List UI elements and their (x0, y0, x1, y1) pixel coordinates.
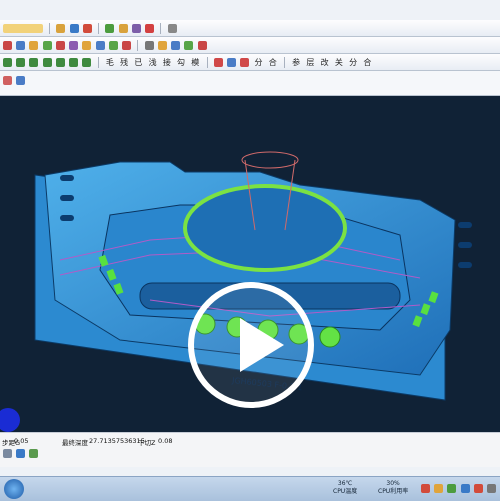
tool-icon[interactable] (16, 58, 26, 67)
dropdown-field[interactable] (3, 24, 43, 33)
menu-item[interactable]: 模 (189, 58, 201, 68)
tool-icon[interactable] (16, 449, 26, 458)
status-bar: 步距G 0.05 最终深度 27.71357536315 下切Z 0.08 (0, 432, 500, 467)
boss (319, 326, 341, 348)
tool-icon[interactable] (82, 41, 92, 50)
menu-item[interactable]: 接 (161, 58, 173, 68)
tray-icon[interactable] (447, 484, 457, 493)
tray-icon[interactable] (421, 484, 430, 493)
tool-holder (241, 151, 299, 169)
tool-icon[interactable] (122, 41, 132, 50)
menu-item[interactable]: 残 (118, 58, 130, 68)
tool-icon[interactable] (3, 76, 12, 85)
tool-icon[interactable] (105, 24, 115, 33)
tool-icon[interactable] (118, 24, 128, 33)
play-button[interactable] (188, 282, 314, 408)
status-value: 0.08 (158, 437, 173, 445)
menu-item[interactable]: 浅 (147, 58, 159, 68)
start-icon[interactable] (4, 479, 24, 499)
tool-icon[interactable] (42, 58, 52, 67)
tool-icon[interactable] (145, 24, 155, 33)
status-label: 下切Z (138, 439, 156, 447)
tool-icon[interactable] (56, 24, 66, 33)
cpu-temp-label: CPU温度 (333, 488, 358, 495)
tool-icon[interactable] (82, 58, 92, 67)
tray-icon[interactable] (473, 484, 483, 493)
tray-icons (420, 484, 497, 493)
tool-icon[interactable] (3, 58, 12, 67)
menu-item[interactable]: 已 (132, 58, 144, 68)
tool-icon[interactable] (55, 58, 65, 67)
tool-icon[interactable] (95, 41, 105, 50)
status-label: 最终深度 (62, 439, 88, 447)
menu-item[interactable]: 分 (347, 58, 359, 68)
tool-icon[interactable] (16, 76, 26, 85)
close-icon[interactable] (167, 24, 177, 33)
menu-item[interactable]: 改 (319, 58, 331, 68)
tool-icon[interactable] (42, 41, 52, 50)
tool-icon[interactable] (240, 58, 250, 67)
tool-icon[interactable] (144, 41, 154, 50)
menu-item[interactable]: 关 (333, 58, 345, 68)
tray-icon[interactable] (487, 484, 497, 493)
menu-item[interactable]: 勾 (175, 58, 187, 68)
tool-icon[interactable] (69, 41, 79, 50)
tool-icon[interactable] (157, 41, 167, 50)
toolbar-row-2 (0, 37, 500, 54)
tool-icon[interactable] (108, 41, 118, 50)
tool-icon[interactable] (197, 41, 207, 50)
status-value: 0.05 (14, 437, 29, 445)
toolbar-row-4 (0, 71, 500, 96)
cad-viewport[interactable]: JGH60503 F-0.1/1 (0, 96, 500, 432)
tool-icon[interactable] (3, 41, 12, 50)
menu-item[interactable]: 毛 (104, 58, 116, 68)
taskbar: 36℃ CPU温度 30% CPU利用率 (0, 476, 500, 501)
tool-icon[interactable] (171, 41, 181, 50)
cpu-temp-value: 36℃ (337, 480, 353, 487)
tool-icon[interactable] (55, 41, 65, 50)
tray-icon[interactable] (434, 484, 444, 493)
tool-icon[interactable] (226, 58, 236, 67)
toolbar-row-3: 毛 残 已 浅 接 勾 模 分 合 参 层 改 关 分 合 (0, 54, 500, 71)
tool-icon[interactable] (82, 24, 92, 33)
tray-icon[interactable] (460, 484, 470, 493)
tool-icon[interactable] (29, 449, 39, 458)
status-icons (2, 449, 39, 458)
menu-item[interactable]: 层 (304, 58, 316, 68)
menu-item[interactable]: 合 (267, 58, 279, 68)
tool-icon[interactable] (29, 58, 39, 67)
tool-icon[interactable] (213, 58, 223, 67)
cpu-usage-label: CPU利用率 (378, 488, 409, 495)
tool-icon[interactable] (69, 24, 79, 33)
menu-item[interactable]: 分 (252, 58, 264, 68)
status-value: 27.71357536315 (89, 437, 145, 445)
toolbar-row-1 (0, 20, 500, 37)
view-cube-icon[interactable] (0, 408, 20, 432)
tool-icon[interactable] (3, 449, 12, 458)
tool-icon[interactable] (16, 41, 26, 50)
tool-icon[interactable] (131, 24, 141, 33)
tool-icon[interactable] (29, 41, 39, 50)
menu-item[interactable]: 参 (290, 58, 302, 68)
cpu-usage-value: 30% (386, 480, 400, 487)
tool-icon[interactable] (184, 41, 194, 50)
menu-item[interactable]: 合 (361, 58, 373, 68)
tool-icon[interactable] (69, 58, 79, 67)
circular-pocket (183, 184, 347, 272)
